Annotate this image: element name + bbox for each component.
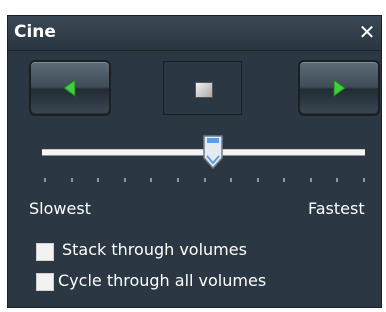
speed-tick <box>150 178 153 182</box>
cine-dialog: Cine ✕ Slowest Fastest Stack through vol… <box>7 15 382 308</box>
dialog-title: Cine <box>14 22 56 42</box>
cycle-volumes-checkbox[interactable] <box>36 273 54 291</box>
speed-tick <box>336 178 339 182</box>
stack-volumes-label[interactable]: Stack through volumes <box>62 240 247 259</box>
play-backward-button[interactable] <box>29 60 111 116</box>
play-left-icon <box>63 79 76 97</box>
speed-tick <box>97 178 100 182</box>
speed-tick <box>309 178 312 182</box>
speed-slider-thumb[interactable] <box>202 134 224 170</box>
speed-tick <box>70 178 73 182</box>
stack-volumes-checkbox[interactable] <box>36 243 54 261</box>
play-forward-button[interactable] <box>298 60 380 116</box>
speed-tick <box>203 178 206 182</box>
close-icon[interactable]: ✕ <box>357 22 377 42</box>
stop-button[interactable] <box>163 61 242 115</box>
speed-tick <box>256 178 259 182</box>
stop-icon <box>195 82 213 98</box>
cycle-volumes-label[interactable]: Cycle through all volumes <box>58 271 266 290</box>
fastest-label: Fastest <box>308 199 365 218</box>
speed-tick <box>230 178 233 182</box>
slowest-label: Slowest <box>29 199 91 218</box>
speed-tick <box>283 178 286 182</box>
title-bar[interactable]: Cine ✕ <box>8 16 381 51</box>
speed-tick <box>176 178 179 182</box>
speed-tick <box>44 178 46 182</box>
speed-tick <box>363 178 365 182</box>
play-right-icon <box>333 79 346 97</box>
speed-tick <box>123 178 126 182</box>
